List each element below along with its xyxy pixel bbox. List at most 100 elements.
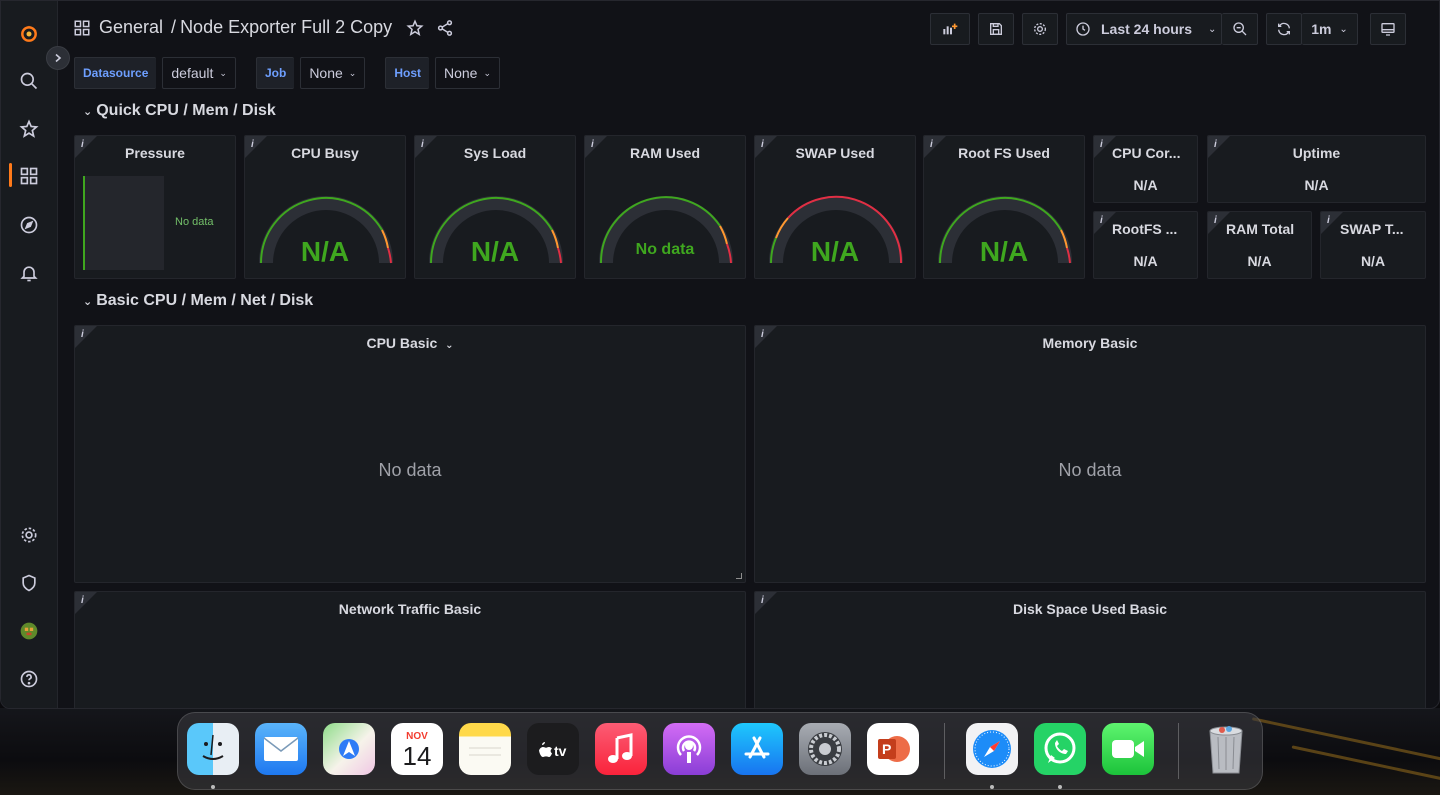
row-title: Quick CPU / Mem / Disk <box>96 102 276 119</box>
panel-title: RootFS ... <box>1112 221 1178 237</box>
host-select[interactable]: None ⌄ <box>435 57 501 89</box>
whatsapp-running-indicator <box>1058 785 1062 789</box>
row-title: Basic CPU / Mem / Net / Disk <box>96 292 314 309</box>
time-range-picker[interactable]: Last 24 hours ⌄ <box>1066 13 1222 45</box>
panel-title: Uptime <box>1292 145 1341 161</box>
panel-info-icon[interactable]: i <box>1100 139 1103 150</box>
star-dashboard-icon[interactable] <box>406 18 424 37</box>
panel-info-icon[interactable]: i <box>1214 215 1217 226</box>
powerpoint-icon[interactable]: P <box>867 723 919 775</box>
panel-info-icon[interactable]: i <box>1100 215 1103 226</box>
breadcrumb-folder[interactable]: General <box>99 17 163 38</box>
zoom-out-icon <box>1232 22 1246 36</box>
job-select[interactable]: None ⌄ <box>300 57 366 89</box>
chevron-down-icon: ⌄ <box>219 67 227 78</box>
active-indicator <box>9 163 12 187</box>
panel-title: Root FS Used <box>958 145 1050 161</box>
panel-value: N/A <box>1133 177 1158 193</box>
panel-swap-used[interactable]: i SWAP Used N/A <box>754 135 916 279</box>
add-panel-button[interactable] <box>930 13 970 45</box>
refresh-icon <box>1278 22 1290 36</box>
calendar-month: NOV <box>406 730 428 742</box>
whatsapp-icon[interactable] <box>1034 723 1086 775</box>
trash-icon[interactable] <box>1200 723 1252 775</box>
panel-uptime[interactable]: i Uptime N/A <box>1207 135 1426 203</box>
macos-dock: NOV 14 tv P <box>177 712 1263 790</box>
music-icon[interactable] <box>595 723 647 775</box>
datasource-select[interactable]: default ⌄ <box>162 57 236 89</box>
variable-job: Job None ⌄ <box>255 57 366 89</box>
panel-title: Sys Load <box>463 145 527 161</box>
panel-pressure[interactable]: i Pressure No data <box>74 135 236 279</box>
kiosk-mode-button[interactable] <box>1370 13 1406 45</box>
dashboard-settings-gear-icon[interactable] <box>1022 13 1058 45</box>
panel-no-data: No data <box>1058 460 1122 480</box>
dock-separator <box>944 723 945 779</box>
explore-icon[interactable] <box>15 211 43 239</box>
row-basic-cpu-mem-net-disk[interactable]: ⌄ Basic CPU / Mem / Net / Disk <box>83 292 313 310</box>
zoom-out-button[interactable] <box>1222 13 1258 45</box>
time-picker-group: Last 24 hours ⌄ <box>1066 13 1258 45</box>
chevron-down-icon: ⌄ <box>445 340 454 351</box>
panel-info-icon[interactable]: i <box>1327 215 1330 226</box>
panel-title: RAM Total <box>1226 221 1295 237</box>
panel-cpu-cores[interactable]: i CPU Cor... N/A <box>1093 135 1198 203</box>
refresh-button[interactable] <box>1266 13 1302 45</box>
panel-disk-space-used-basic[interactable]: i Disk Space Used Basic <box>754 591 1426 708</box>
grafana-logo-icon[interactable] <box>15 20 43 48</box>
podcasts-icon[interactable] <box>663 723 715 775</box>
help-icon[interactable] <box>15 665 43 693</box>
variable-label-job: Job <box>255 57 295 89</box>
panel-title-wrap[interactable]: CPU Basic ⌄ <box>75 335 745 351</box>
safari-icon[interactable] <box>966 723 1018 775</box>
dashboard-title[interactable]: Node Exporter Full 2 Copy <box>180 17 392 38</box>
dashboard-grid-icon <box>74 20 90 35</box>
search-icon[interactable] <box>15 67 43 95</box>
mail-icon[interactable] <box>255 723 307 775</box>
notes-icon[interactable] <box>459 723 511 775</box>
app-store-icon[interactable] <box>731 723 783 775</box>
alerting-bell-icon[interactable] <box>15 259 43 287</box>
resize-handle[interactable] <box>736 573 742 579</box>
panel-network-traffic-basic[interactable]: i Network Traffic Basic <box>74 591 746 708</box>
share-icon[interactable] <box>436 19 454 37</box>
panel-ram-used[interactable]: i RAM Used No data <box>584 135 746 279</box>
refresh-interval-picker[interactable]: 1m ⌄ <box>1302 13 1358 45</box>
clock-icon <box>1076 22 1090 36</box>
dashboards-icon[interactable] <box>15 162 43 190</box>
chevron-down-icon: ⌄ <box>1339 23 1348 35</box>
chevron-down-icon: ⌄ <box>1208 23 1217 35</box>
panel-cpu-busy[interactable]: i CPU Busy N/A <box>244 135 406 279</box>
panel-memory-basic[interactable]: i Memory Basic No data <box>754 325 1426 583</box>
svg-text:tv: tv <box>554 743 567 759</box>
sidebar <box>1 1 58 708</box>
sidebar-expand-button[interactable] <box>46 46 70 70</box>
configuration-gear-icon[interactable] <box>15 521 43 549</box>
breadcrumb: General / Node Exporter Full 2 Copy <box>73 17 454 38</box>
facetime-icon[interactable] <box>1102 723 1154 775</box>
calendar-icon[interactable]: NOV 14 <box>391 723 443 775</box>
panel-swap-total[interactable]: i SWAP T... N/A <box>1320 211 1426 279</box>
dashboard-navbar: General / Node Exporter Full 2 Copy Last… <box>73 11 1439 47</box>
user-avatar[interactable] <box>15 617 43 645</box>
panel-root-fs-used[interactable]: i Root FS Used N/A <box>923 135 1085 279</box>
finder-icon[interactable] <box>187 723 239 775</box>
server-admin-shield-icon[interactable] <box>15 569 43 597</box>
save-dashboard-icon[interactable] <box>978 13 1014 45</box>
starred-icon[interactable] <box>15 115 43 143</box>
row-quick-cpu-mem-disk[interactable]: ⌄ Quick CPU / Mem / Disk <box>83 102 276 120</box>
finder-running-indicator <box>211 785 215 789</box>
panel-cpu-basic[interactable]: i CPU Basic ⌄ No data <box>74 325 746 583</box>
maps-icon[interactable] <box>323 723 375 775</box>
monitor-icon <box>1381 23 1395 36</box>
panel-title: Network Traffic Basic <box>338 601 482 617</box>
panel-sys-load[interactable]: i Sys Load N/A <box>414 135 576 279</box>
system-preferences-icon[interactable] <box>799 723 851 775</box>
panel-title: Memory Basic <box>1042 335 1138 351</box>
panel-rootfs-total[interactable]: i RootFS ... N/A <box>1093 211 1198 279</box>
panel-ram-total[interactable]: i RAM Total N/A <box>1207 211 1312 279</box>
panel-title: Disk Space Used Basic <box>1012 601 1168 617</box>
apple-tv-icon[interactable]: tv <box>527 723 579 775</box>
safari-running-indicator <box>990 785 994 789</box>
variable-datasource: Datasource default ⌄ <box>74 57 236 89</box>
